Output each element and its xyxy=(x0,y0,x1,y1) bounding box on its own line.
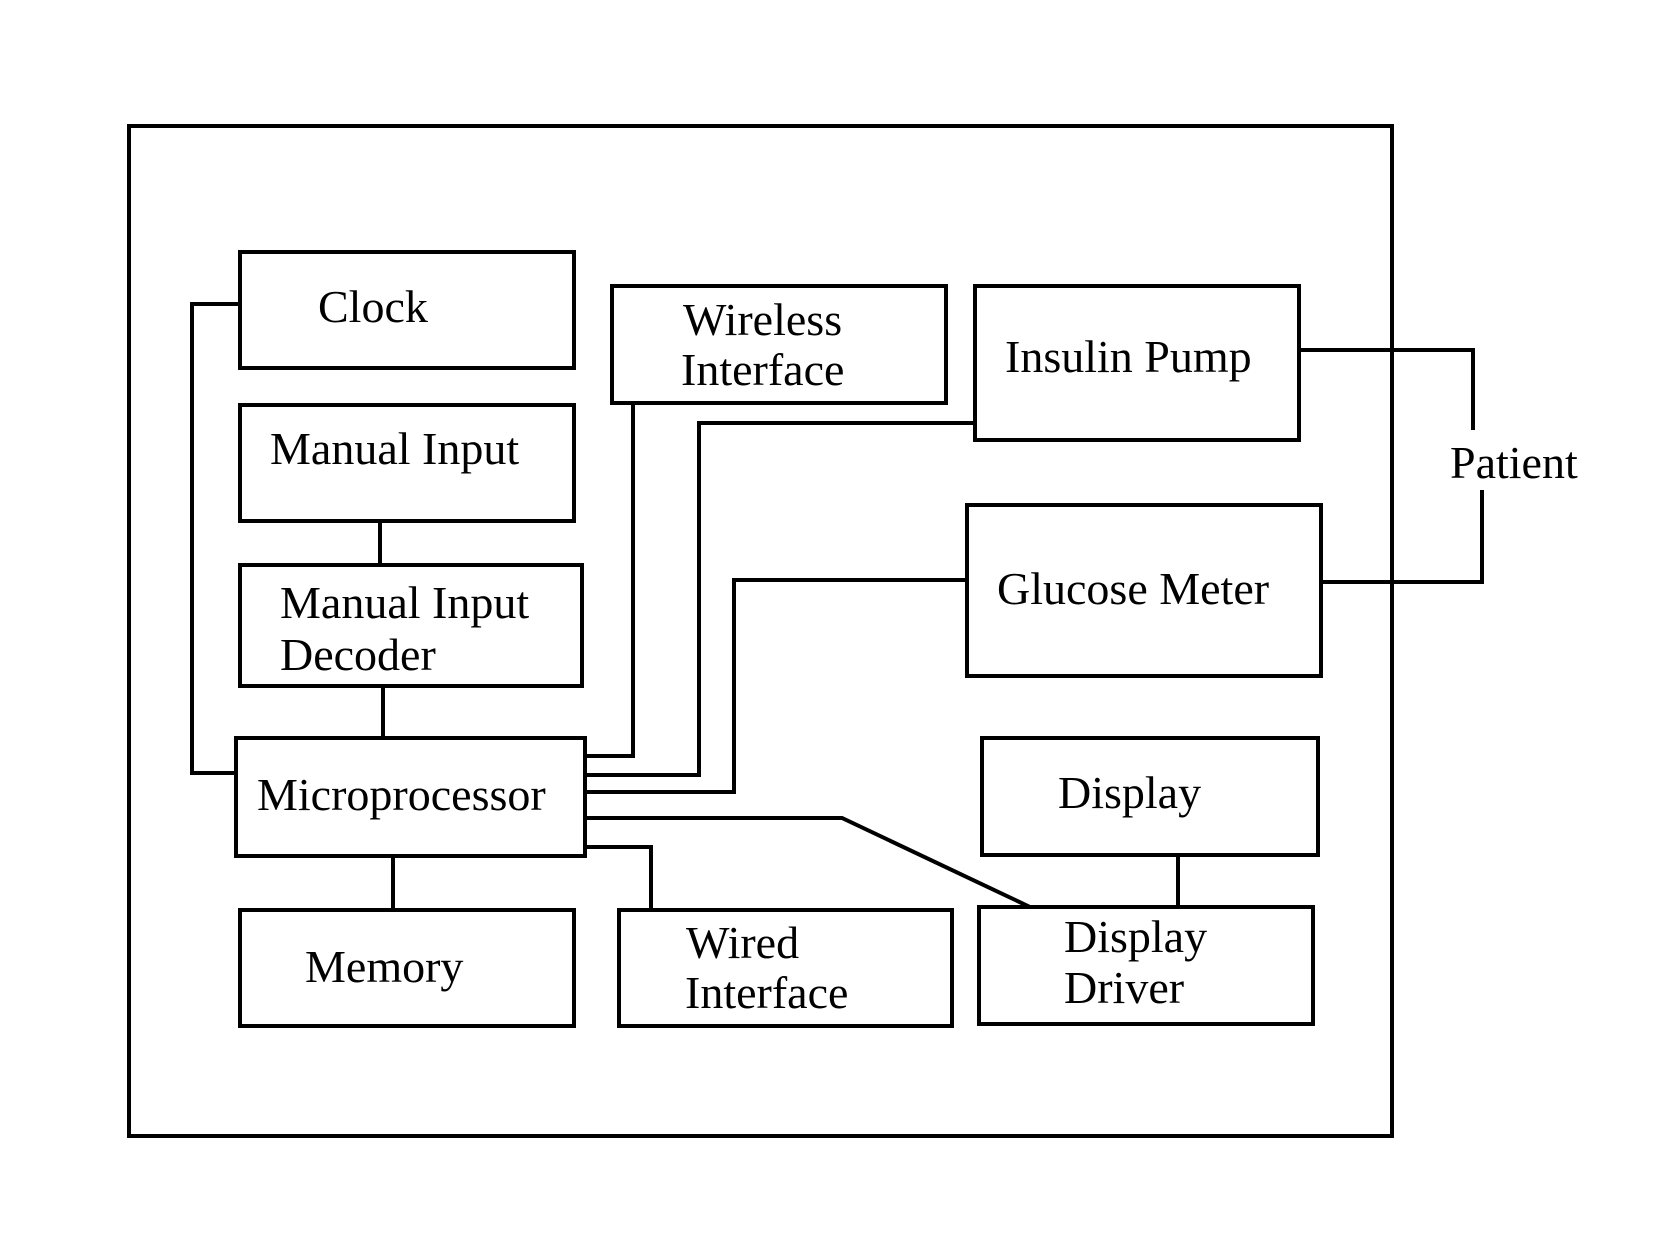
block-glucose-meter: Glucose Meter xyxy=(965,503,1323,678)
block-label-line-2: Driver xyxy=(1064,962,1184,1013)
block-label-line-1: Wireless xyxy=(683,294,842,345)
wire-microprocessor-wireless xyxy=(585,403,635,758)
wire-microprocessor-insulin-pump xyxy=(585,421,975,777)
block-manual-input-decoder: Manual Input Decoder xyxy=(238,563,584,688)
block-diagram: Clock Manual Input Manual Input Decoder … xyxy=(127,124,1578,1138)
block-label-line-1: Display xyxy=(1064,911,1207,962)
block-label-line-1: Manual Input xyxy=(280,577,529,628)
block-memory: Memory xyxy=(238,908,576,1028)
block-wireless-interface: Wireless Interface xyxy=(610,284,948,405)
wire-clock-microprocessor xyxy=(190,302,240,775)
wire-microprocessor-glucose-meter xyxy=(585,578,967,794)
wire-microprocessor-wired xyxy=(585,845,653,910)
block-label: Insulin Pump xyxy=(1005,331,1252,382)
block-insulin-pump: Insulin Pump xyxy=(973,284,1301,442)
block-display: Display xyxy=(980,736,1320,857)
wire-insulin-pump-patient xyxy=(1299,348,1475,430)
block-label: Memory xyxy=(305,941,463,992)
block-label: Glucose Meter xyxy=(997,563,1269,614)
block-microprocessor: Microprocessor xyxy=(234,736,587,858)
block-label-line-2: Interface xyxy=(685,967,848,1018)
block-wired-interface: Wired Interface xyxy=(617,908,954,1028)
block-manual-input: Manual Input xyxy=(238,403,576,523)
block-label-line-2: Decoder xyxy=(280,629,436,680)
block-display-driver: Display Driver xyxy=(977,905,1315,1026)
block-label: Display xyxy=(1058,767,1201,818)
block-clock: Clock xyxy=(238,250,576,370)
block-label: Microprocessor xyxy=(257,769,546,820)
block-label: Manual Input xyxy=(270,423,519,474)
block-label-line-1: Wired xyxy=(686,917,799,968)
wire-glucose-meter-patient xyxy=(1321,490,1484,584)
patient-label: Patient xyxy=(1450,437,1578,488)
block-label-line-2: Interface xyxy=(681,344,844,395)
block-label: Clock xyxy=(318,281,428,332)
